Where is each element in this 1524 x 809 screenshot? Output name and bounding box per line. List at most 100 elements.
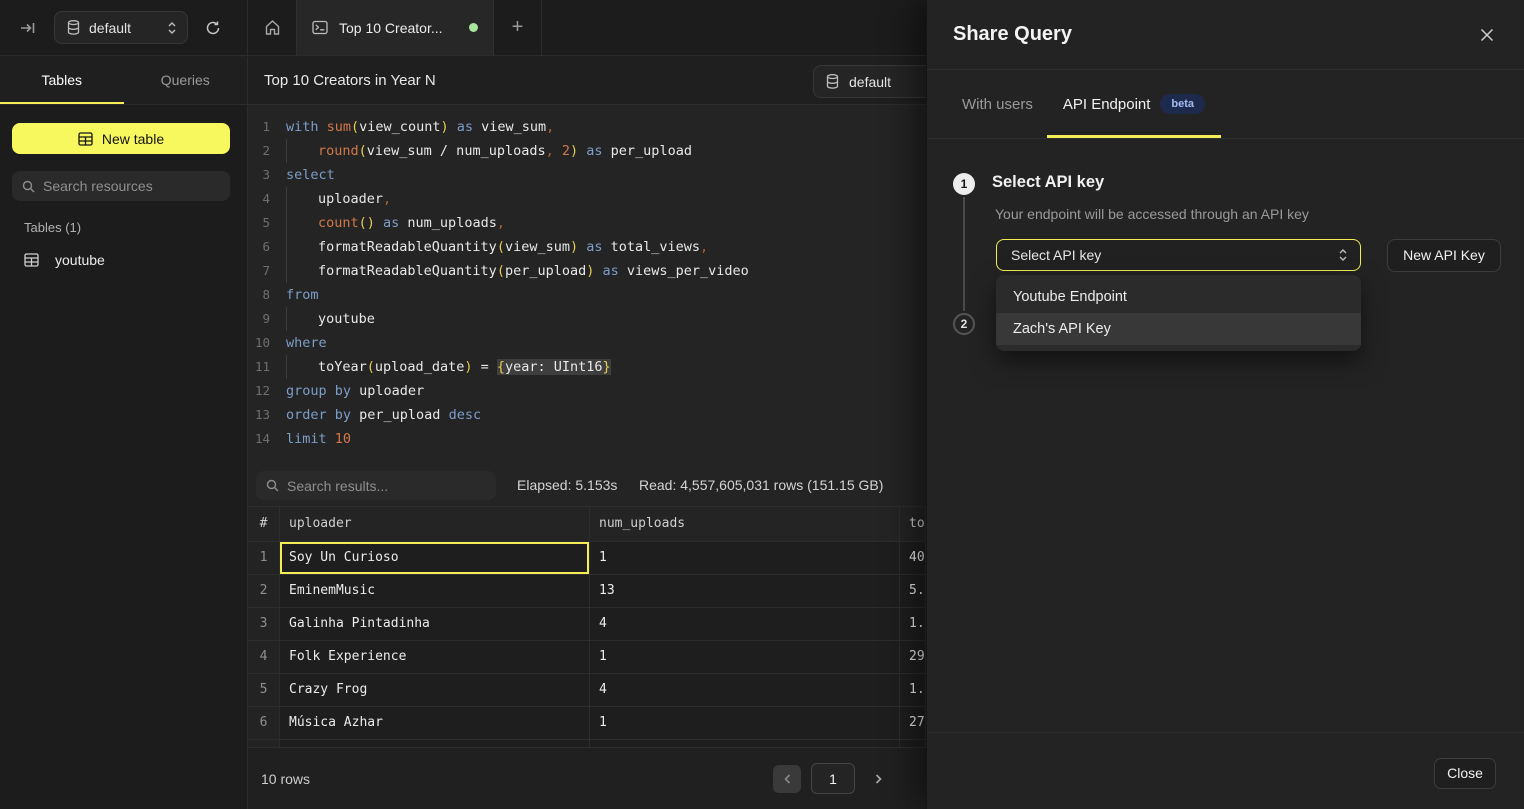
cell-total-views[interactable]: 5.1 xyxy=(900,575,926,608)
dropdown-item[interactable]: Youtube Endpoint xyxy=(996,281,1361,313)
code-line[interactable]: 4uploader, xyxy=(248,187,926,211)
results-toolbar: Elapsed: 5.153s Read: 4,557,605,031 rows… xyxy=(248,466,926,506)
code-token: ) xyxy=(570,143,578,159)
code-line[interactable]: 3select xyxy=(248,163,926,187)
code-token: group by xyxy=(286,383,359,399)
cell-num-uploads[interactable]: 1 xyxy=(590,641,900,674)
code-line[interactable]: 11toYear(upload_date) = {year: UInt16} xyxy=(248,355,926,379)
code-token: per_upload xyxy=(359,407,440,423)
code-token: as xyxy=(449,119,482,135)
cell-uploader[interactable]: Galinha Pintadinha xyxy=(280,608,590,641)
database-icon xyxy=(826,74,839,89)
code-text: uploader, xyxy=(270,187,926,211)
chevron-updown-icon xyxy=(167,21,177,35)
code-line[interactable]: 8from xyxy=(248,283,926,307)
code-line[interactable]: 2round(view_sum / num_uploads, 2) as per… xyxy=(248,139,926,163)
code-line[interactable]: 12group by uploader xyxy=(248,379,926,403)
cell-total-views[interactable]: 294 xyxy=(900,641,926,674)
code-text: select xyxy=(270,163,926,187)
code-token: desc xyxy=(440,407,481,423)
code-token xyxy=(554,143,562,159)
resource-search[interactable] xyxy=(12,171,230,201)
code-token: , xyxy=(383,191,391,207)
close-button[interactable]: Close xyxy=(1434,758,1496,789)
cell-total-views[interactable]: 1.4 xyxy=(900,608,926,641)
chevron-left-icon xyxy=(784,774,791,784)
code-token: 2 xyxy=(562,143,570,159)
row-number: 6 xyxy=(248,707,280,740)
column-header-#[interactable]: # xyxy=(248,507,280,542)
code-token: () xyxy=(359,215,375,231)
column-header-uploader[interactable]: uploader xyxy=(280,507,590,542)
indent-guide xyxy=(286,307,287,331)
new-table-button[interactable]: New table xyxy=(12,123,230,154)
sql-editor[interactable]: 1with sum(view_count) as view_sum,2round… xyxy=(248,105,926,466)
api-key-select[interactable]: Select API key xyxy=(996,239,1361,271)
cell-uploader[interactable]: Crazy Frog xyxy=(280,674,590,707)
database-selector[interactable]: default xyxy=(54,11,188,44)
code-line[interactable]: 13order by per_upload desc xyxy=(248,403,926,427)
results-search[interactable] xyxy=(256,471,496,500)
code-token: total_views xyxy=(611,239,700,255)
pagination-next-button[interactable] xyxy=(864,765,892,793)
step-2-indicator: 2 xyxy=(953,313,975,335)
cell-total-views[interactable]: 274 xyxy=(900,707,926,740)
step-connector-line xyxy=(963,197,965,311)
api-key-select-value: Select API key xyxy=(1011,247,1101,263)
cell-uploader[interactable]: Folk Experience xyxy=(280,641,590,674)
code-line[interactable]: 14limit 10 xyxy=(248,427,926,451)
column-header-num_uploads[interactable]: num_uploads xyxy=(590,507,900,542)
code-token: = xyxy=(472,359,496,375)
line-number: 3 xyxy=(248,163,270,187)
query-tab[interactable]: Top 10 Creator... xyxy=(296,0,494,55)
code-text: where xyxy=(270,331,926,355)
line-number: 13 xyxy=(248,403,270,427)
app-root: default Top 10 Creator... + Tables Queri… xyxy=(0,0,1524,809)
tab-api-endpoint[interactable]: API Endpoint beta xyxy=(1063,70,1205,138)
code-line[interactable]: 10where xyxy=(248,331,926,355)
cell-uploader[interactable]: EminemMusic xyxy=(280,575,590,608)
code-line[interactable]: 1with sum(view_count) as view_sum, xyxy=(248,115,926,139)
grid-rows: 1Soy Un Curioso14072EminemMusic135.13Gal… xyxy=(248,542,926,747)
code-line[interactable]: 9youtube xyxy=(248,307,926,331)
panel-header: Share Query xyxy=(927,0,1524,70)
cell-total-views[interactable]: 1.1 xyxy=(900,674,926,707)
dropdown-item[interactable]: Zach's API Key xyxy=(996,313,1361,345)
editor-database-value: default xyxy=(849,74,891,90)
indent-guide xyxy=(286,235,287,259)
cell-num-uploads[interactable]: 1 xyxy=(590,707,900,740)
cell-total-views[interactable]: 407 xyxy=(900,542,926,575)
cell-uploader[interactable]: Soy Un Curioso xyxy=(280,542,590,575)
code-line[interactable]: 7formatReadableQuantity(per_upload) as v… xyxy=(248,259,926,283)
indent-guide xyxy=(286,139,287,163)
code-token: uploader xyxy=(318,191,383,207)
table-row: 5Crazy Frog41.1 xyxy=(248,674,926,707)
results-search-input[interactable] xyxy=(287,478,486,494)
column-header-total_views[interactable]: total_views xyxy=(900,507,926,542)
cell-num-uploads[interactable]: 1 xyxy=(590,542,900,575)
cell-num-uploads[interactable]: 13 xyxy=(590,575,900,608)
new-api-key-button[interactable]: New API Key xyxy=(1387,239,1501,272)
sidebar-item-youtube[interactable]: youtube xyxy=(0,248,247,272)
tab-api-endpoint-label: API Endpoint xyxy=(1063,96,1151,113)
code-line[interactable]: 6formatReadableQuantity(view_sum) as tot… xyxy=(248,235,926,259)
refresh-icon[interactable] xyxy=(205,20,221,36)
tab-queries[interactable]: Queries xyxy=(124,57,248,104)
pagination-prev-button[interactable] xyxy=(773,765,801,793)
pagination-page-button[interactable]: 1 xyxy=(811,763,855,794)
code-token: } xyxy=(603,359,611,375)
resource-search-input[interactable] xyxy=(43,178,220,194)
terminal-icon xyxy=(312,20,328,35)
cell-uploader[interactable]: Música Azhar xyxy=(280,707,590,740)
new-tab-button[interactable]: + xyxy=(494,0,542,55)
sidebar-collapse-icon[interactable] xyxy=(20,20,36,36)
code-line[interactable]: 5count() as num_uploads, xyxy=(248,211,926,235)
top-bar-left: default xyxy=(0,0,248,55)
cell-num-uploads[interactable]: 4 xyxy=(590,608,900,641)
row-number: 1 xyxy=(248,542,280,575)
close-icon[interactable] xyxy=(1480,28,1494,42)
home-button[interactable] xyxy=(248,0,296,55)
cell-num-uploads[interactable]: 4 xyxy=(590,674,900,707)
tab-with-users[interactable]: With users xyxy=(962,70,1033,138)
tab-tables[interactable]: Tables xyxy=(0,57,124,104)
